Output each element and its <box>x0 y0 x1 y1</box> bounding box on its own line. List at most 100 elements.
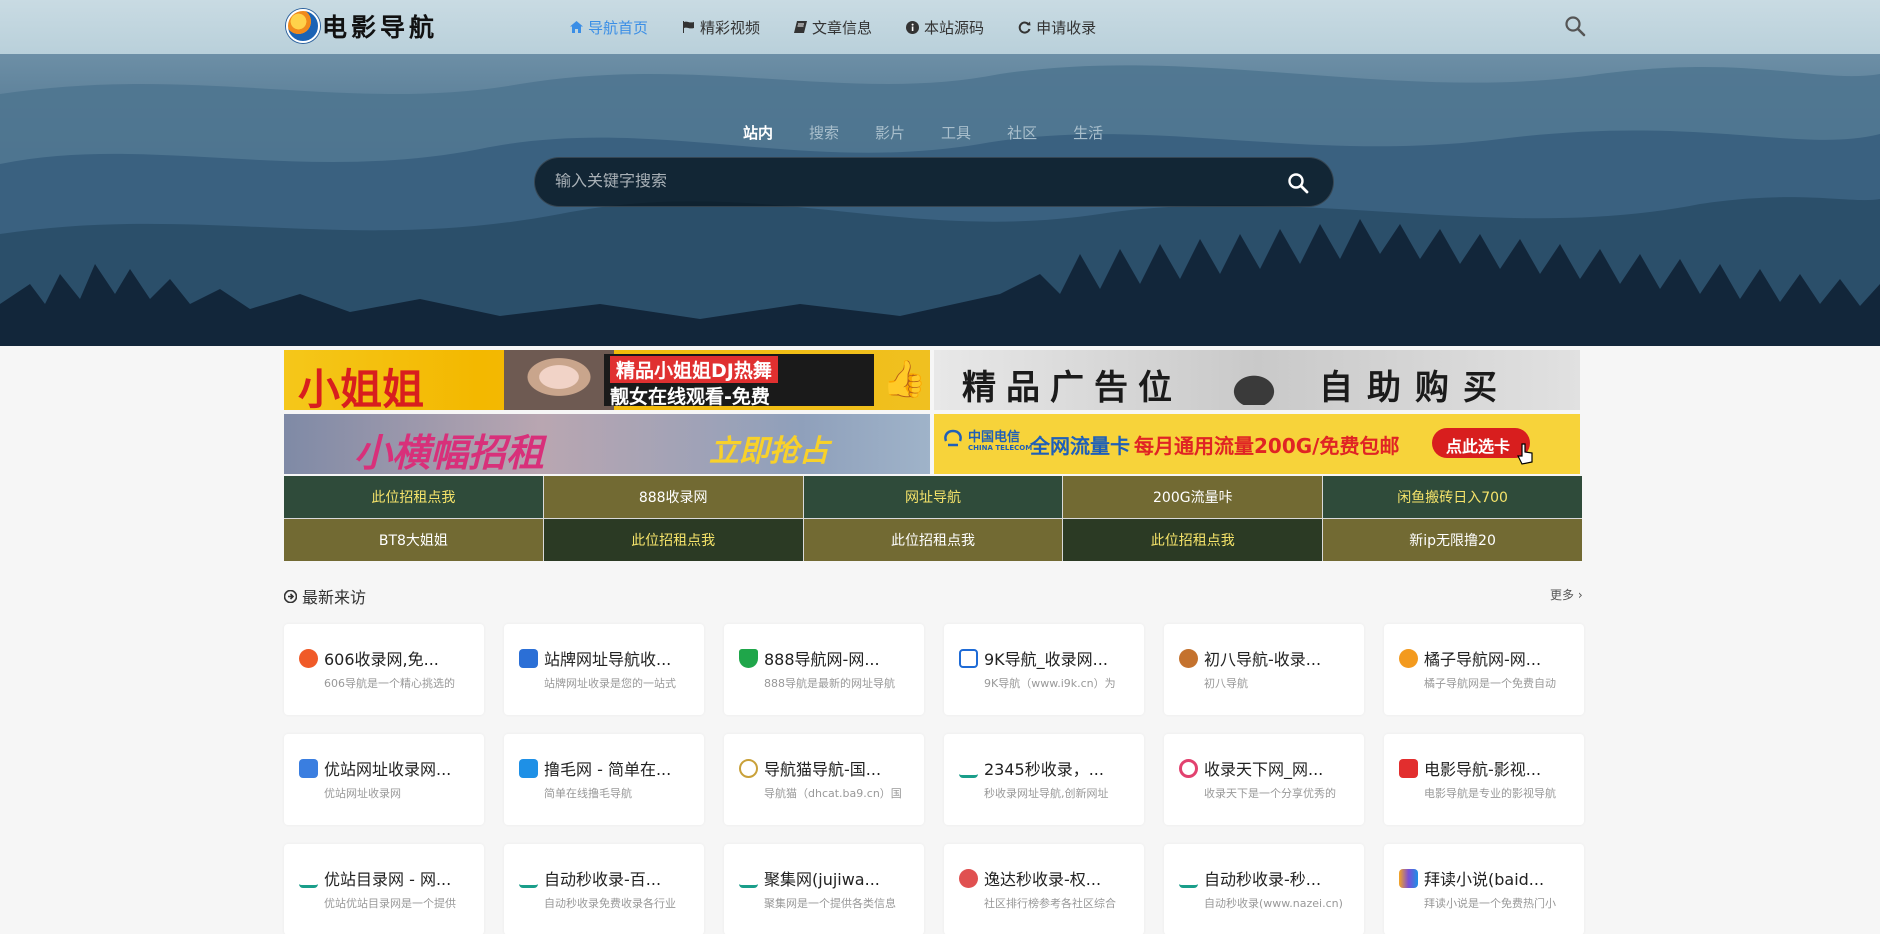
logo-icon <box>286 9 320 43</box>
site-card[interactable]: 优站网址收录网... 优站网址收录网 <box>284 734 484 825</box>
card-title: 9K导航_收录网... <box>984 650 1108 669</box>
ad1-box: 精品小姐姐DJ热舞 靓女在线观看-免费 <box>604 354 874 408</box>
nav-home[interactable]: 导航首页 <box>570 17 648 38</box>
site-logo[interactable]: 电影导航 <box>286 8 438 44</box>
link-cell[interactable]: 闲鱼搬砖日入700 <box>1323 476 1582 518</box>
search-submit-icon[interactable] <box>1287 172 1309 194</box>
tab-movies[interactable]: 影片 <box>875 122 905 143</box>
site-card[interactable]: 2345秒收录，... 秒收录网址导航,创新网址 <box>944 734 1144 825</box>
ad4-brand-en: CHINA TELECOM <box>968 444 1033 452</box>
ad4-text1: 全网流量卡 <box>1030 434 1130 458</box>
more-link[interactable]: 更多 › <box>1550 586 1583 603</box>
card-desc: 888导航是最新的网址导航 <box>764 677 895 690</box>
link-cell[interactable]: BT8大姐姐 <box>284 519 543 561</box>
lumao-icon <box>519 758 538 778</box>
flag-icon <box>683 21 695 33</box>
ad-banner-rent[interactable]: 小横幅招租 立即抢占 <box>284 414 930 474</box>
ad-banner-xiaojiejie[interactable]: 小姐姐 精品小姐姐DJ热舞 靓女在线观看-免费 👍 <box>284 350 930 410</box>
site-card[interactable]: 自动秒收录-秒... 自动秒收录(www.nazei.cn) <box>1164 844 1364 934</box>
link-cell[interactable]: 此位招租点我 <box>284 476 543 518</box>
site-card[interactable]: 606收录网,免... 606导航是一个精心挑选的 <box>284 624 484 715</box>
ur-icon <box>739 868 758 888</box>
top-header: 电影导航 导航首页 精彩视频 文章信息 本站源码 申请收录 <box>0 0 1880 54</box>
site-card[interactable]: 撸毛网 - 简单在... 简单在线撸毛导航 <box>504 734 704 825</box>
site-card[interactable]: 收录天下网_网... 收录天下是一个分享优秀的 <box>1164 734 1364 825</box>
card-desc: 秒收录网址导航,创新网址 <box>984 787 1109 800</box>
link-cell[interactable]: 网址导航 <box>803 476 1063 518</box>
site-card[interactable]: 站牌网址导航收... 站牌网址收录是您的一站式 <box>504 624 704 715</box>
link-cell[interactable]: 888收录网 <box>543 476 803 518</box>
card-desc: 站牌网址收录是您的一站式 <box>544 677 676 690</box>
site-card[interactable]: 逸达秒收录-权... 社区排行榜参考各社区综合 <box>944 844 1144 934</box>
link-cell[interactable]: 此位招租点我 <box>1063 519 1323 561</box>
card-title: 2345秒收录，... <box>984 760 1104 779</box>
card-desc: 9K导航（www.i9k.cn）为 <box>984 677 1116 690</box>
site-card[interactable]: 拜读小说(baid... 拜读小说是一个免费热门小 <box>1384 844 1584 934</box>
section-title: 最新来访 <box>284 584 366 608</box>
nav-source-label: 本站源码 <box>924 18 985 37</box>
tab-site[interactable]: 站内 <box>743 122 773 143</box>
card-desc: 拜读小说是一个免费热门小 <box>1424 897 1556 910</box>
606-icon <box>299 648 318 668</box>
card-title: 聚集网(jujiwa... <box>764 870 880 889</box>
card-desc: 橘子导航网是一个免费自动 <box>1424 677 1556 690</box>
logo-text: 电影导航 <box>322 13 439 42</box>
search-icon[interactable] <box>1564 15 1586 37</box>
rainbow-icon <box>1399 868 1418 888</box>
card-desc: 导航猫（dhcat.ba9.cn）国 <box>764 787 902 800</box>
card-title: 606收录网,免... <box>324 650 439 669</box>
tab-tools[interactable]: 工具 <box>941 122 971 143</box>
site-card[interactable]: 橘子导航网-网... 橘子导航网是一个免费自动 <box>1384 624 1584 715</box>
card-title: 撸毛网 - 简单在... <box>544 760 672 779</box>
hero-banner: 站内 搜索 影片 工具 社区 生活 <box>0 54 1880 346</box>
search-input[interactable] <box>555 173 1275 191</box>
card-desc: 优站优站目录网是一个提供 <box>324 897 456 910</box>
site-card[interactable]: 初八导航-收录... 初八导航 <box>1164 624 1364 715</box>
card-title: 优站网址收录网... <box>324 760 452 779</box>
nav-videos[interactable]: 精彩视频 <box>682 17 760 38</box>
ad-banner-premium[interactable]: 精品广告位 自助购买 <box>934 350 1580 410</box>
link-cell[interactable]: 此位招租点我 <box>543 519 803 561</box>
link-cell[interactable]: 此位招租点我 <box>803 519 1063 561</box>
card-title: 拜读小说(baid... <box>1424 870 1545 889</box>
ad2-left-text: 精品广告位 <box>962 368 1182 408</box>
card-title: 橘子导航网-网... <box>1424 650 1542 669</box>
card-desc: 简单在线撸毛导航 <box>544 787 632 800</box>
card-title: 初八导航-收录... <box>1204 650 1322 669</box>
ad-banner-telecom[interactable]: 中国电信 CHINA TELECOM 全网流量卡 每月通用流量200G/免费包邮… <box>934 414 1580 474</box>
ad1-line1: 精品小姐姐DJ热舞 <box>610 356 778 383</box>
arrow-circle-icon <box>284 589 297 603</box>
card-desc: 606导航是一个精心挑选的 <box>324 677 455 690</box>
card-desc: 初八导航 <box>1204 677 1248 690</box>
nav-apply[interactable]: 申请收录 <box>1018 17 1096 38</box>
ad1-left-text: 小姐姐 <box>298 365 425 410</box>
section-title-text: 最新来访 <box>302 588 367 607</box>
site-card[interactable]: 9K导航_收录网... 9K导航（www.i9k.cn）为 <box>944 624 1144 715</box>
ur-icon <box>519 868 538 888</box>
tab-search[interactable]: 搜索 <box>809 122 839 143</box>
feather-icon <box>299 758 318 778</box>
card-desc: 电影导航是专业的影视导航 <box>1424 787 1556 800</box>
card-desc: 自动秒收录(www.nazei.cn) <box>1204 897 1343 910</box>
card-title: 收录天下网_网... <box>1204 760 1324 779</box>
site-card[interactable]: 电影导航-影视... 电影导航是专业的影视导航 <box>1384 734 1584 825</box>
site-card[interactable]: 自动秒收录-百... 自动秒收录免费收录各行业 <box>504 844 704 934</box>
link-cell[interactable]: 200G流量咔 <box>1063 476 1323 518</box>
link-cell[interactable]: 新ip无限撸20 <box>1323 519 1582 561</box>
home-icon <box>570 21 583 33</box>
card-desc: 聚集网是一个提供各类信息 <box>764 897 896 910</box>
play-icon <box>1399 758 1418 778</box>
site-card[interactable]: 优站目录网 - 网... 优站优站目录网是一个提供 <box>284 844 484 934</box>
9k-icon <box>959 648 978 668</box>
site-card[interactable]: 888导航网-网... 888导航是最新的网址导航 <box>724 624 924 715</box>
ad3-left-text: 小横幅招租 <box>354 431 545 474</box>
ring-icon <box>1179 758 1198 778</box>
tab-community[interactable]: 社区 <box>1007 122 1037 143</box>
nav-articles[interactable]: 文章信息 <box>794 17 872 38</box>
site-card[interactable]: 导航猫导航-国... 导航猫（dhcat.ba9.cn）国 <box>724 734 924 825</box>
site-card[interactable]: 聚集网(jujiwa... 聚集网是一个提供各类信息 <box>724 844 924 934</box>
nav-source[interactable]: 本站源码 <box>906 17 984 38</box>
card-desc: 社区排行榜参考各社区综合 <box>984 897 1116 910</box>
tab-life[interactable]: 生活 <box>1073 122 1103 143</box>
ad2-right-text: 自助购买 <box>1319 368 1511 408</box>
